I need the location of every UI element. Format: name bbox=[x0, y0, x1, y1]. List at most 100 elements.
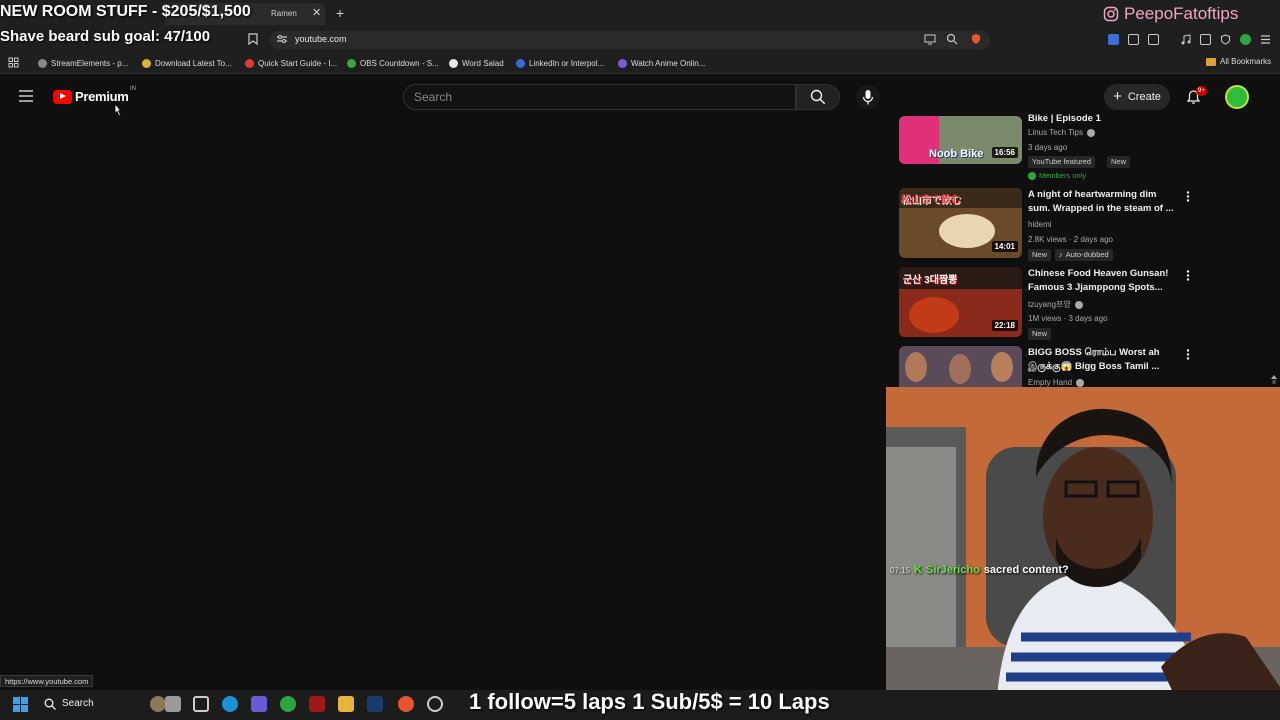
bookmark-favicon-icon bbox=[142, 58, 151, 68]
beard-goal-overlay: Shave beard sub goal: 47/100 bbox=[0, 28, 211, 45]
media-controls-icon[interactable] bbox=[1180, 34, 1191, 45]
extension-icon[interactable] bbox=[1108, 34, 1119, 45]
channel-name[interactable]: Empty Hand bbox=[1028, 378, 1085, 387]
new-badge: New bbox=[1107, 156, 1131, 168]
channel-name[interactable]: hidemi bbox=[1028, 220, 1052, 229]
new-badge: New bbox=[1028, 249, 1052, 261]
profile-icon[interactable] bbox=[1240, 34, 1251, 45]
bookmark-favicon-icon bbox=[516, 58, 525, 68]
members-only-badge: Members only bbox=[1028, 170, 1086, 182]
new-badge: New bbox=[1028, 328, 1052, 340]
channel-name[interactable]: Linus Tech Tips bbox=[1028, 128, 1095, 137]
bookmark-item[interactable]: Word Salad bbox=[449, 57, 504, 69]
hamburger-menu-icon[interactable] bbox=[19, 90, 33, 102]
video-meta: 1M views · 3 days ago bbox=[1028, 314, 1108, 323]
voice-search-button[interactable] bbox=[856, 85, 880, 109]
video-title[interactable]: Chinese Food Heaven Gunsan! Famous 3 Jja… bbox=[1028, 267, 1180, 295]
dubbed-icon: ♪ bbox=[1059, 250, 1063, 259]
laps-overlay: 1 follow=5 laps 1 Sub/5$ = 10 Laps bbox=[469, 689, 830, 714]
instagram-handle: PeepoFatoftips bbox=[1103, 4, 1238, 24]
more-options-icon[interactable] bbox=[1185, 270, 1191, 281]
bookmark-favicon-icon bbox=[245, 58, 254, 68]
video-thumbnail[interactable] bbox=[899, 346, 1022, 387]
bookmark-favicon-icon bbox=[618, 58, 627, 68]
bookmark-item[interactable]: LinkedIn or Interpol... bbox=[516, 57, 604, 69]
link-status-url: https://www.youtube.com bbox=[0, 675, 94, 687]
video-title[interactable]: BIGG BOSS ரொம்ப Worst ah இருக்கு😱 Bigg B… bbox=[1028, 346, 1180, 374]
verified-icon bbox=[1087, 128, 1095, 137]
youtube-premium-logo[interactable]: Premium bbox=[53, 89, 129, 104]
video-duration: 16:56 bbox=[991, 147, 1018, 158]
account-avatar[interactable] bbox=[1225, 85, 1249, 109]
edge-browser-icon[interactable] bbox=[222, 696, 238, 712]
room-goal-overlay: NEW ROOM STUFF - $205/$1,500 bbox=[0, 3, 251, 20]
streamer-webcam-image bbox=[886, 387, 1280, 720]
channel-name[interactable]: tzuyang쯔양 bbox=[1028, 299, 1083, 310]
thumbnail-caption: 松山市で飲む bbox=[901, 195, 961, 206]
new-tab-icon[interactable]: + bbox=[336, 5, 344, 21]
video-thumbnail[interactable]: 松山市で飲む 14:01 bbox=[899, 188, 1022, 258]
bookmark-icon[interactable] bbox=[248, 33, 258, 45]
tab-close-icon[interactable]: ✕ bbox=[312, 6, 321, 19]
site-info-icon[interactable] bbox=[277, 35, 287, 43]
search-icon[interactable] bbox=[810, 89, 826, 105]
taskbar-window-icon[interactable] bbox=[193, 696, 209, 712]
copilot-icon[interactable] bbox=[251, 696, 267, 712]
install-app-icon[interactable] bbox=[924, 33, 936, 45]
youtube-play-icon bbox=[53, 89, 72, 104]
chat-overlay-message: 07:15 K SirJericho sacred content? bbox=[890, 564, 1069, 576]
widgets-icon[interactable] bbox=[150, 696, 166, 712]
more-options-icon[interactable] bbox=[1185, 191, 1191, 202]
create-button[interactable]: + Create bbox=[1104, 84, 1170, 110]
video-title[interactable]: Bike | Episode 1 bbox=[1028, 112, 1180, 126]
microphone-icon bbox=[862, 90, 874, 105]
bookmark-item[interactable]: Watch Anime Onlin... bbox=[618, 57, 705, 69]
xbox-icon[interactable] bbox=[280, 696, 296, 712]
thumbnail-caption: Noob Bike bbox=[929, 148, 984, 160]
extensions-puzzle-icon[interactable] bbox=[1128, 34, 1139, 45]
bookmark-item[interactable]: StreamElements - p... bbox=[38, 57, 128, 69]
bookmark-item[interactable]: OBS Countdown - S... bbox=[347, 57, 439, 69]
verified-icon bbox=[1076, 378, 1085, 387]
search-input[interactable] bbox=[403, 84, 796, 110]
vpn-shield-icon[interactable] bbox=[1220, 34, 1231, 45]
chat-text: sacred content? bbox=[983, 564, 1069, 576]
folder-icon bbox=[1206, 57, 1216, 66]
bookmark-favicon-icon bbox=[38, 58, 47, 68]
reading-list-icon[interactable] bbox=[1148, 34, 1159, 45]
taskbar-search-icon[interactable] bbox=[44, 698, 56, 710]
browser-menu-icon[interactable] bbox=[1260, 34, 1271, 45]
video-meta: 2.8K views · 2 days ago bbox=[1028, 235, 1113, 244]
url-text[interactable]: youtube.com bbox=[295, 34, 347, 44]
scrollbar-up-arrow-icon[interactable] bbox=[1270, 372, 1278, 384]
file-explorer-icon[interactable] bbox=[338, 696, 354, 712]
video-thumbnail[interactable]: Noob Bike 16:56 bbox=[899, 116, 1022, 164]
bookmark-item[interactable]: Download Latest To... bbox=[142, 57, 232, 69]
apps-grid-icon[interactable] bbox=[8, 57, 19, 68]
app-red-icon[interactable] bbox=[309, 696, 325, 712]
thumbnail-caption: 군산 3대짬뽕 bbox=[903, 275, 958, 286]
obs-icon[interactable] bbox=[427, 696, 443, 712]
bookmark-item[interactable]: Quick Start Guide - I... bbox=[245, 57, 337, 69]
kick-icon: K bbox=[914, 564, 922, 576]
steam-icon[interactable] bbox=[367, 696, 383, 712]
search-placeholder: Search bbox=[414, 90, 453, 104]
windows-start-icon[interactable] bbox=[13, 697, 28, 712]
video-thumbnail[interactable]: 군산 3대짬뽕 22:18 bbox=[899, 267, 1022, 337]
all-bookmarks-button[interactable]: All Bookmarks bbox=[1206, 57, 1271, 66]
url-field[interactable] bbox=[270, 31, 990, 49]
mouse-cursor-icon bbox=[114, 103, 122, 117]
taskbar-search-label[interactable]: Search bbox=[62, 698, 94, 709]
sidebar-icon[interactable] bbox=[1200, 34, 1211, 45]
video-duration: 22:18 bbox=[991, 320, 1018, 331]
brave-browser-icon[interactable] bbox=[398, 696, 414, 712]
zoom-icon[interactable] bbox=[946, 33, 958, 45]
video-title[interactable]: A night of heartwarming dim sum. Wrapped… bbox=[1028, 188, 1180, 216]
task-view-icon[interactable] bbox=[165, 696, 181, 712]
more-options-icon[interactable] bbox=[1185, 349, 1191, 360]
featured-badge: YouTube featured bbox=[1028, 156, 1096, 168]
video-meta: 3 days ago bbox=[1028, 143, 1068, 152]
brave-shield-icon[interactable] bbox=[970, 33, 982, 45]
verified-icon bbox=[1074, 300, 1083, 309]
notification-count-badge: 9+ bbox=[1196, 86, 1207, 96]
